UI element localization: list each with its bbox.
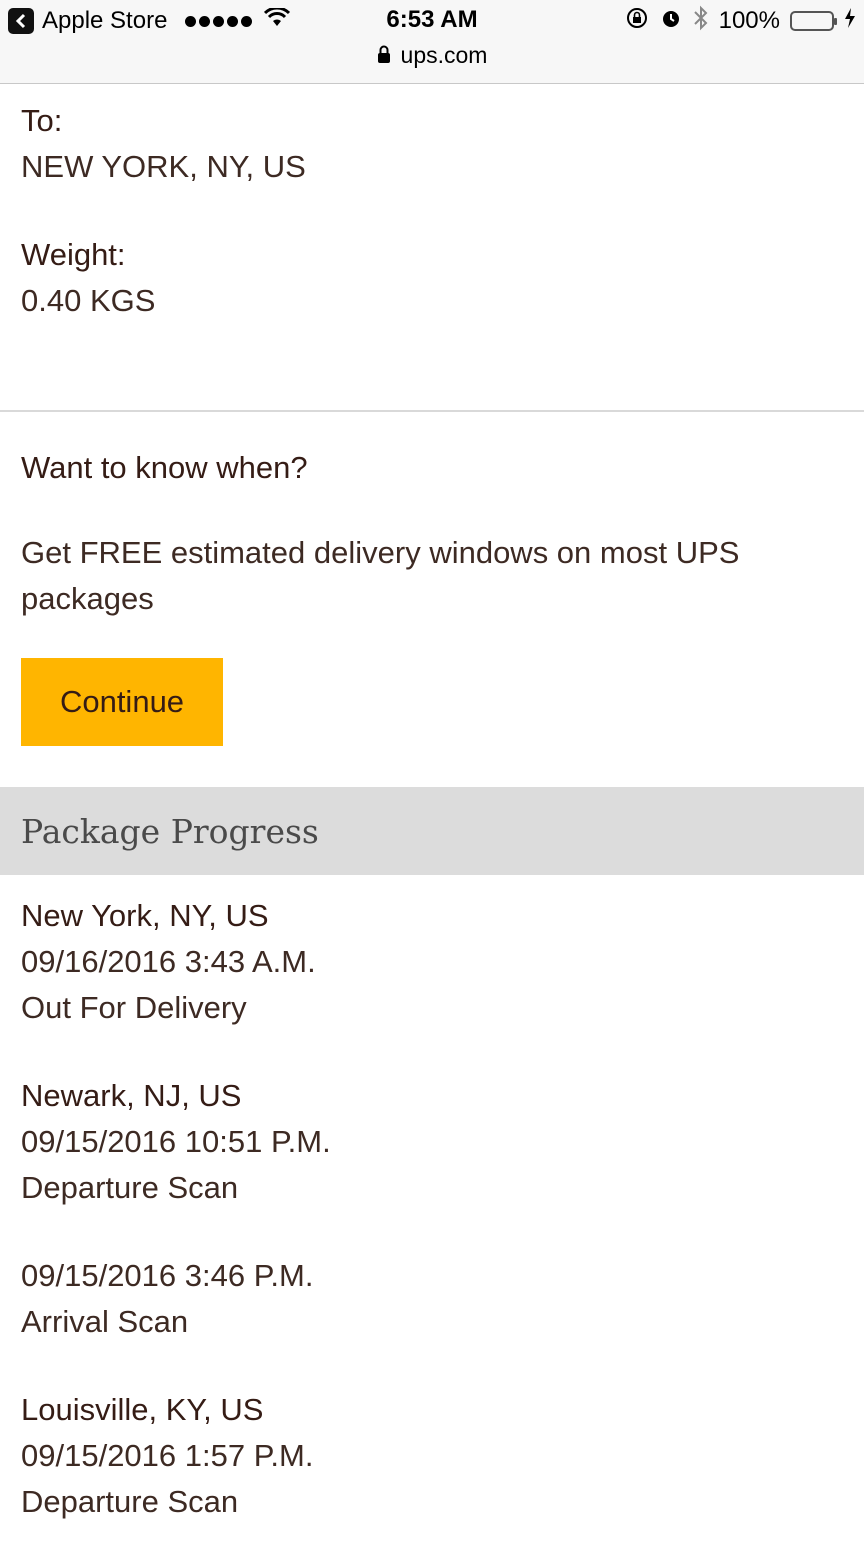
progress-event: Newark, NJ, US 09/15/2016 10:51 P.M. Dep… [21,1073,841,1211]
event-status: Out For Delivery [21,990,247,1025]
rotation-lock-icon [625,6,649,37]
event-datetime: 09/15/2016 1:57 P.M. [21,1438,314,1473]
to-label: To: [21,103,63,138]
event-location: Louisville, KY, US [21,1392,264,1427]
event-location: Newark, NJ, US [21,1078,242,1113]
cta-description: Get FREE estimated delivery windows on m… [21,535,740,616]
progress-event: Louisville, KY, US 09/15/2016 1:57 P.M. … [21,1387,841,1525]
alarm-icon [659,6,683,37]
weight-info: Weight: 0.40 KGS [21,232,155,324]
package-progress-title: Package Progress [21,811,319,851]
status-icons: 100% [625,5,856,38]
progress-event: 09/15/2016 3:46 P.M. Arrival Scan [21,1253,841,1345]
battery-icon [790,11,837,31]
lock-icon [377,42,391,69]
destination-info: To: NEW YORK, NY, US [21,98,306,190]
bluetooth-icon [693,5,709,38]
charging-icon [844,7,856,36]
event-location: New York, NY, US [21,898,269,933]
weight-value: 0.40 KGS [21,283,156,318]
progress-event: New York, NY, US 09/16/2016 3:43 A.M. Ou… [21,893,841,1031]
event-datetime: 09/15/2016 3:46 P.M. [21,1258,314,1293]
event-datetime: 09/15/2016 10:51 P.M. [21,1124,331,1159]
event-status: Departure Scan [21,1170,239,1205]
event-status: Departure Scan [21,1484,239,1519]
weight-label: Weight: [21,237,126,272]
cta-title: Want to know when? [21,450,308,485]
to-value: NEW YORK, NY, US [21,149,306,184]
continue-button[interactable]: Continue [21,658,223,746]
battery-percent: 100% [718,7,780,34]
event-status: Arrival Scan [21,1304,189,1339]
address-bar[interactable]: ups.com [0,42,864,69]
event-datetime: 09/16/2016 3:43 A.M. [21,944,316,979]
status-bar: Apple Store 6:53 AM ups.com 100% [0,0,864,84]
section-divider [0,410,864,412]
progress-event-list: New York, NY, US 09/16/2016 3:43 A.M. Ou… [21,893,841,1567]
url-text: ups.com [400,42,488,68]
package-progress-header: Package Progress [0,787,864,875]
